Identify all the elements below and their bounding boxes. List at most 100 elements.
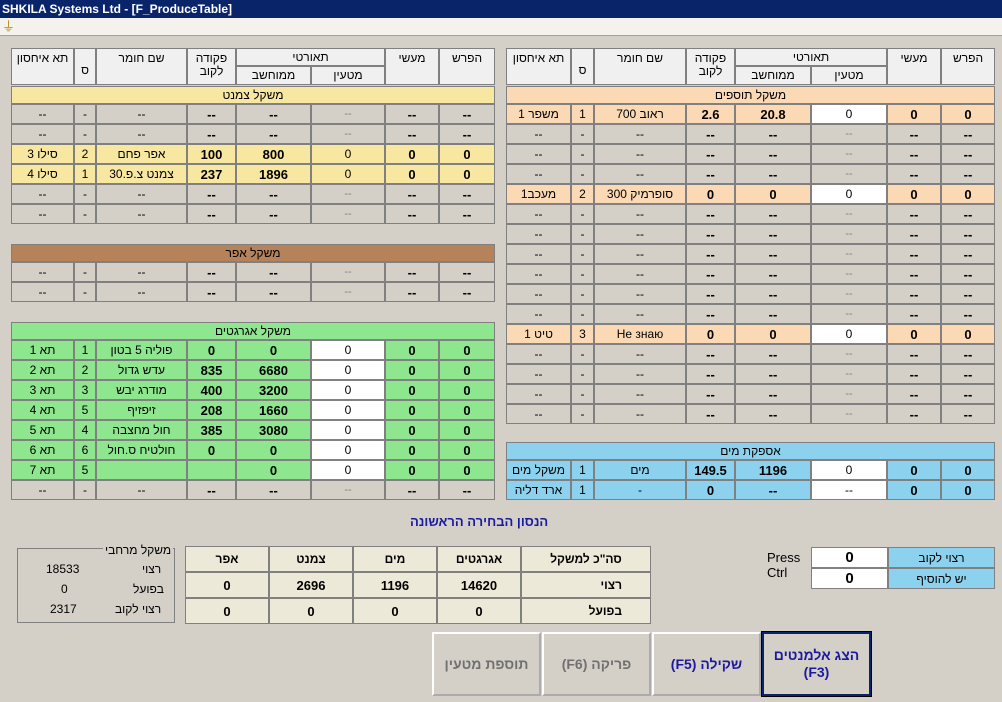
window-title: SHKILA Systems Ltd - [F_ProduceTable] xyxy=(0,0,1002,18)
additive-row-cell: -- xyxy=(594,144,686,164)
additive-row-cell[interactable]: -- xyxy=(811,164,887,184)
agg-row-cell-1: 0 xyxy=(385,460,439,480)
cement-row-cell[interactable]: -- xyxy=(311,124,385,144)
cement-row-cell: -- xyxy=(439,124,495,144)
additive-row-cell: -- xyxy=(735,144,811,164)
additive-row-cell: -- xyxy=(735,164,811,184)
additive-row-cell[interactable]: -- xyxy=(811,344,887,364)
additive-row-cell: -- xyxy=(735,224,811,244)
additive-row-cell[interactable]: -- xyxy=(811,304,887,324)
agg-row-cell-4: 0 xyxy=(187,440,236,460)
weigh-button[interactable]: (F5) שקילה xyxy=(652,632,761,696)
cement-row-cell-2[interactable]: 0 xyxy=(311,144,385,164)
additive-row-cell: -- xyxy=(506,344,571,364)
agg-row-cell-2[interactable]: 0 xyxy=(311,340,385,360)
agg-row-cell-5: מודרג יבש xyxy=(96,380,187,400)
mixer-title: משקל מרחבי xyxy=(103,543,174,557)
additive-row-cell[interactable]: -- xyxy=(811,364,887,384)
desired-per-cube-input[interactable]: 0 xyxy=(811,547,888,568)
cement-row-cell-7: סילו 3 xyxy=(11,144,74,164)
cement-row-cell: -- xyxy=(96,104,187,124)
water-row-cell-0: 0 xyxy=(941,460,995,480)
additive-row-cell: -- xyxy=(594,344,686,364)
additive-row-cell: -- xyxy=(506,164,571,184)
mixer-value-desired: 18533 xyxy=(46,562,80,576)
unload-button[interactable]: (F6) פריקה xyxy=(542,632,651,696)
additive-row-cell-2[interactable]: 0 xyxy=(811,324,887,344)
additive-row-cell[interactable]: -- xyxy=(811,224,887,244)
water-row-cell-2[interactable]: 0 xyxy=(811,460,887,480)
additive-row-cell: -- xyxy=(887,224,941,244)
show-elements-button[interactable]: הצג אלמנטים (F3) xyxy=(761,631,872,697)
ash-row-cell: -- xyxy=(439,282,495,302)
additive-row-cell: -- xyxy=(941,264,995,284)
right-col-ta: תא איחסון xyxy=(506,48,571,85)
additive-row-cell: - xyxy=(571,364,594,384)
cement-row-cell: -- xyxy=(96,124,187,144)
additive-row-cell[interactable]: -- xyxy=(811,264,887,284)
agg-row-cell-2[interactable]: 0 xyxy=(311,380,385,400)
additive-row-cell: -- xyxy=(887,164,941,184)
cement-row-cell[interactable]: -- xyxy=(311,204,385,224)
additive-row-cell[interactable]: -- xyxy=(811,204,887,224)
additive-row-cell: - xyxy=(571,304,594,324)
additive-row-cell-2[interactable]: 0 xyxy=(811,104,887,124)
additive-row-cell[interactable]: -- xyxy=(811,124,887,144)
additive-row-cell: -- xyxy=(887,304,941,324)
additive-row-cell: -- xyxy=(686,224,735,244)
additive-row-cell: - xyxy=(571,204,594,224)
additive-row-cell: -- xyxy=(887,404,941,424)
additive-row-cell[interactable]: -- xyxy=(811,144,887,164)
agg-row-cell-3: 6680 xyxy=(236,360,311,380)
agg-row-cell-6: 5 xyxy=(74,400,96,420)
additive-row-cell[interactable]: -- xyxy=(811,244,887,264)
additive-row-cell[interactable]: -- xyxy=(811,404,887,424)
to-add-input[interactable]: 0 xyxy=(811,568,888,589)
ash-row-cell: -- xyxy=(385,282,439,302)
agg-row-cell-2[interactable]: 0 xyxy=(311,420,385,440)
water-row-cell-3: 1196 xyxy=(735,460,811,480)
additive-row-cell-2[interactable]: 0 xyxy=(811,184,887,204)
agg-row-cell-7: תא 7 xyxy=(11,460,74,480)
cement-row-cell[interactable]: -- xyxy=(311,184,385,204)
agg-row-cell-4: 835 xyxy=(187,360,236,380)
agg-row-cell-3: 1660 xyxy=(236,400,311,420)
agg-row-cell-2[interactable]: 0 xyxy=(311,360,385,380)
ash-row-cell[interactable]: -- xyxy=(311,262,385,282)
agg-row-cell-0: 0 xyxy=(439,380,495,400)
additive-row-cell-7: טיט 1 xyxy=(506,324,571,344)
additive-row-cell[interactable]: -- xyxy=(811,384,887,404)
additive-row-cell-0: 0 xyxy=(941,324,995,344)
agg-row-cell-2[interactable]: 0 xyxy=(311,440,385,460)
agg-row-cell[interactable]: -- xyxy=(311,480,385,500)
additive-row-cell: -- xyxy=(887,144,941,164)
additive-row-cell: -- xyxy=(887,284,941,304)
totals-header-label: סה"כ למשקל xyxy=(521,546,651,572)
agg-row-cell-5: זיפזיף xyxy=(96,400,187,420)
water-row-cell-4: 149.5 xyxy=(686,460,735,480)
agg-row-cell-7: תא 6 xyxy=(11,440,74,460)
cement-row-cell: -- xyxy=(385,184,439,204)
agg-row-cell-3: 3200 xyxy=(236,380,311,400)
additive-row-cell-6: 1 xyxy=(571,104,594,124)
add-loader-button[interactable]: תוספת מטעין xyxy=(432,632,541,696)
additive-row-cell[interactable]: -- xyxy=(811,284,887,304)
agg-row-cell-6: 2 xyxy=(74,360,96,380)
agg-row-cell-2[interactable]: 0 xyxy=(311,400,385,420)
agg-row-cell-0: 0 xyxy=(439,340,495,360)
water-row-cell-2[interactable]: -- xyxy=(811,480,887,500)
cement-row-cell[interactable]: -- xyxy=(311,104,385,124)
agg-row-cell-6: 1 xyxy=(74,340,96,360)
additive-row-cell: - xyxy=(571,344,594,364)
cement-row-cell-2[interactable]: 0 xyxy=(311,164,385,184)
ash-row-cell[interactable]: -- xyxy=(311,282,385,302)
filter-icon[interactable]: ⏚ xyxy=(2,19,18,35)
agg-row-cell-0: 0 xyxy=(439,420,495,440)
cement-row-cell-1: 0 xyxy=(385,144,439,164)
additive-row-cell: - xyxy=(571,164,594,184)
agg-row-cell-2[interactable]: 0 xyxy=(311,460,385,480)
additive-row-cell: - xyxy=(571,244,594,264)
additive-row-cell: -- xyxy=(735,284,811,304)
ash-row-cell: -- xyxy=(11,282,74,302)
additive-row-cell: -- xyxy=(594,124,686,144)
